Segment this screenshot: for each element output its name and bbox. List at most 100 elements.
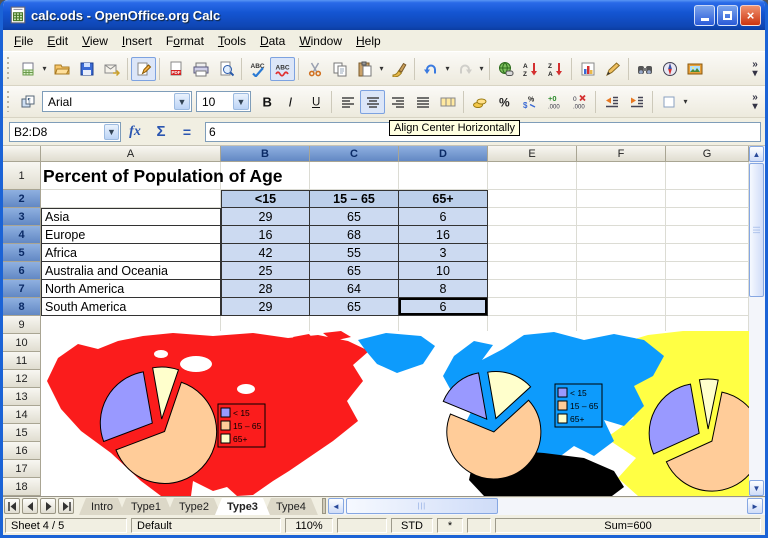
cell-G8[interactable] [666, 298, 749, 316]
column-header-E[interactable]: E [488, 146, 577, 162]
row-header-2[interactable]: 2 [3, 190, 41, 208]
document-as-email-button[interactable] [99, 57, 124, 81]
sort-ascending-button[interactable]: AZ [518, 57, 543, 81]
cell-D5[interactable]: 3 [399, 244, 488, 262]
cell-E8[interactable] [488, 298, 577, 316]
cell-F2[interactable] [577, 190, 666, 208]
sort-descending-button[interactable]: ZA [543, 57, 568, 81]
status-sheet-position[interactable]: Sheet 4 / 5 [5, 518, 127, 533]
cell-B2[interactable]: <15 [221, 190, 310, 208]
row-header-13[interactable]: 13 [3, 388, 41, 406]
italic-button[interactable]: I [278, 90, 303, 114]
vertical-scrollbar[interactable]: ▲ ||| ▼ [749, 146, 765, 496]
scroll-up-button[interactable]: ▲ [749, 146, 764, 162]
cell-D1[interactable] [399, 162, 488, 190]
minimize-button[interactable] [694, 5, 715, 26]
row-header-8[interactable]: 8 [3, 298, 41, 316]
row-header-10[interactable]: 10 [3, 334, 41, 352]
cell-E3[interactable] [488, 208, 577, 226]
cell-E1[interactable] [488, 162, 577, 190]
merge-cells-button[interactable] [435, 90, 460, 114]
paste-button[interactable] [352, 57, 377, 81]
row-header-18[interactable]: 18 [3, 478, 41, 496]
cell-G5[interactable] [666, 244, 749, 262]
redo-button[interactable] [452, 57, 477, 81]
sum-button[interactable]: Σ [149, 121, 173, 143]
cell-F7[interactable] [577, 280, 666, 298]
print-button[interactable] [188, 57, 213, 81]
toolbar-grip[interactable] [6, 91, 11, 113]
paste-dropdown[interactable]: ▾ [377, 64, 386, 73]
sheet-tab-intro[interactable]: Intro [79, 498, 125, 515]
font-name-combobox[interactable]: Arial▼ [42, 91, 192, 112]
status-modified-flag[interactable]: * [437, 518, 463, 533]
menu-item-view[interactable]: View [75, 32, 115, 50]
sheet-tab-type4[interactable]: Type4 [264, 498, 318, 515]
number-format-currency-button[interactable] [467, 90, 492, 114]
copy-button[interactable] [327, 57, 352, 81]
new-document-dropdown[interactable]: ▾ [40, 64, 49, 73]
cell-E6[interactable] [488, 262, 577, 280]
increase-indent-button[interactable] [624, 90, 649, 114]
menu-item-edit[interactable]: Edit [40, 32, 75, 50]
cell-A7[interactable]: North America [41, 280, 221, 298]
styles-and-formatting-button[interactable]: ¶ [15, 90, 40, 114]
world-map-pie-chart-object[interactable]: < 1515 – 6565+< 1515 – 6565+ [41, 331, 749, 496]
cell-D8[interactable]: 6 [399, 298, 488, 316]
column-header-F[interactable]: F [577, 146, 666, 162]
column-header-A[interactable]: A [41, 146, 221, 162]
cell-A6[interactable]: Australia and Oceania [41, 262, 221, 280]
cell-C4[interactable]: 68 [310, 226, 399, 244]
row-header-11[interactable]: 11 [3, 352, 41, 370]
status-sum[interactable]: Sum=600 [495, 518, 761, 533]
cell-C1[interactable] [310, 162, 399, 190]
save-button[interactable] [74, 57, 99, 81]
number-format-percent-button[interactable]: % [492, 90, 517, 114]
status-page-style[interactable]: Default [131, 518, 281, 533]
new-document-button[interactable] [15, 57, 40, 81]
column-header-C[interactable]: C [310, 146, 399, 162]
cell-G7[interactable] [666, 280, 749, 298]
menu-item-format[interactable]: Format [159, 32, 211, 50]
cell-A8[interactable]: South America [41, 298, 221, 316]
undo-button[interactable] [418, 57, 443, 81]
delete-decimal-place-button[interactable]: 0.000 [567, 90, 592, 114]
cell-G6[interactable] [666, 262, 749, 280]
insert-chart-button[interactable] [575, 57, 600, 81]
row-header-1[interactable]: 1 [3, 162, 41, 190]
export-as-pdf-button[interactable]: PDF [163, 57, 188, 81]
row-header-12[interactable]: 12 [3, 370, 41, 388]
open-button[interactable] [49, 57, 74, 81]
maximize-button[interactable] [717, 5, 738, 26]
align-left-button[interactable] [335, 90, 360, 114]
edit-file-button[interactable] [131, 57, 156, 81]
cell-G1[interactable] [666, 162, 749, 190]
row-header-3[interactable]: 3 [3, 208, 41, 226]
navigator-button[interactable] [657, 57, 682, 81]
function-wizard-button[interactable]: fx [123, 121, 147, 143]
decrease-indent-button[interactable] [599, 90, 624, 114]
menu-item-file[interactable]: File [7, 32, 40, 50]
cell-B8[interactable]: 29 [221, 298, 310, 316]
cell-B7[interactable]: 28 [221, 280, 310, 298]
cell-B5[interactable]: 42 [221, 244, 310, 262]
align-right-button[interactable] [385, 90, 410, 114]
sheet-tab-type2[interactable]: Type2 [167, 498, 221, 515]
select-all-corner[interactable] [3, 146, 41, 162]
cell-C2[interactable]: 15 – 65 [310, 190, 399, 208]
cell-F3[interactable] [577, 208, 666, 226]
function-button[interactable]: = [175, 121, 199, 143]
chevron-down-icon[interactable]: ▼ [104, 124, 119, 140]
find-and-replace-button[interactable] [632, 57, 657, 81]
number-format-standard-button[interactable]: %$ [517, 90, 542, 114]
status-zoom[interactable]: 110% [285, 518, 333, 533]
align-center-button[interactable] [360, 90, 385, 114]
cell-B3[interactable]: 29 [221, 208, 310, 226]
scroll-down-button[interactable]: ▼ [749, 480, 764, 496]
cut-button[interactable] [302, 57, 327, 81]
add-decimal-place-button[interactable]: +0.000 [542, 90, 567, 114]
column-header-G[interactable]: G [666, 146, 749, 162]
bold-button[interactable]: B [253, 90, 278, 114]
previous-sheet-button[interactable] [22, 498, 38, 514]
cell-E2[interactable] [488, 190, 577, 208]
